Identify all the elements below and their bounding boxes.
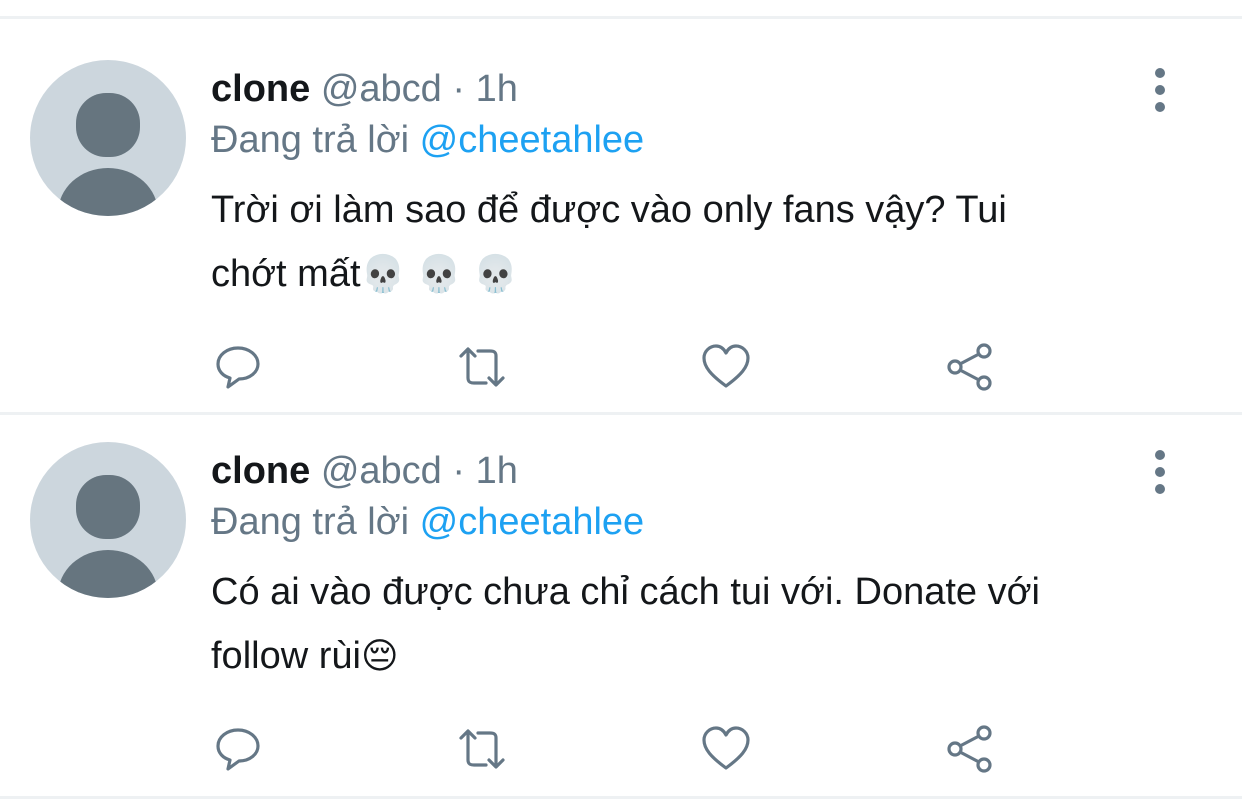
skull-emoji: 💀 💀 💀 xyxy=(360,254,518,295)
user-name[interactable]: clone xyxy=(211,450,310,492)
tweet-actions xyxy=(0,724,1242,774)
tweet-text-line: chớt mất💀 💀 💀 xyxy=(211,242,1191,307)
more-dot xyxy=(1155,85,1165,95)
retweet-icon[interactable] xyxy=(457,724,507,774)
more-dot xyxy=(1155,484,1165,494)
retweet-icon[interactable] xyxy=(457,342,507,392)
avatar-body xyxy=(58,168,158,216)
bottom-divider xyxy=(0,796,1242,799)
reply-prefix: Đang trả lời xyxy=(211,119,410,161)
timestamp[interactable]: 1h xyxy=(476,68,518,110)
share-icon[interactable] xyxy=(945,724,995,774)
default-avatar-icon[interactable] xyxy=(30,442,186,598)
reply-icon[interactable] xyxy=(213,724,263,774)
more-dot xyxy=(1155,68,1165,78)
user-name[interactable]: clone xyxy=(211,68,310,110)
tweet-actions xyxy=(0,342,1242,392)
tweet-text-line: Có ai vào được chưa chỉ cách tui với. Do… xyxy=(211,571,1040,613)
like-icon[interactable] xyxy=(701,342,751,392)
replying-to: Đang trả lời @cheetahlee xyxy=(211,118,644,162)
more-options-icon[interactable] xyxy=(1140,450,1180,494)
tweet-header: clone @abcd · 1h xyxy=(211,67,518,111)
pensive-face-emoji: 😔 xyxy=(360,636,399,677)
separator: · xyxy=(452,450,466,492)
tweet-text: Trời ơi làm sao để được vào only fans vậ… xyxy=(211,178,1191,307)
timestamp[interactable]: 1h xyxy=(476,450,518,492)
more-options-icon[interactable] xyxy=(1140,68,1180,112)
like-icon[interactable] xyxy=(701,724,751,774)
reply-icon[interactable] xyxy=(213,342,263,392)
more-dot xyxy=(1155,450,1165,460)
reply-mention-link[interactable]: @cheetahlee xyxy=(420,119,645,161)
tweet-header: clone @abcd · 1h xyxy=(211,449,518,493)
share-icon[interactable] xyxy=(945,342,995,392)
tweet-text-line: Trời ơi làm sao để được vào only fans vậ… xyxy=(211,189,1007,231)
replying-to: Đang trả lời @cheetahlee xyxy=(211,500,644,544)
tweet-text: Có ai vào được chưa chỉ cách tui với. Do… xyxy=(211,560,1191,689)
tweet-text-line-content: follow rùi xyxy=(211,635,361,677)
avatar-head xyxy=(76,475,140,539)
avatar-head xyxy=(76,93,140,157)
tweet-text-line-content: chớt mất xyxy=(211,253,361,295)
top-divider xyxy=(0,16,1242,19)
more-dot xyxy=(1155,102,1165,112)
tweet[interactable]: clone @abcd · 1h Đang trả lời @cheetahle… xyxy=(0,402,1242,782)
tweet-text-line: follow rùi😔 xyxy=(211,624,1191,689)
more-dot xyxy=(1155,467,1165,477)
reply-mention-link[interactable]: @cheetahlee xyxy=(420,501,645,543)
user-handle[interactable]: @abcd xyxy=(321,450,442,492)
reply-prefix: Đang trả lời xyxy=(211,501,410,543)
user-handle[interactable]: @abcd xyxy=(321,68,442,110)
tweet[interactable]: clone @abcd · 1h Đang trả lời @cheetahle… xyxy=(0,20,1242,400)
avatar-body xyxy=(58,550,158,598)
default-avatar-icon[interactable] xyxy=(30,60,186,216)
separator: · xyxy=(452,68,466,110)
